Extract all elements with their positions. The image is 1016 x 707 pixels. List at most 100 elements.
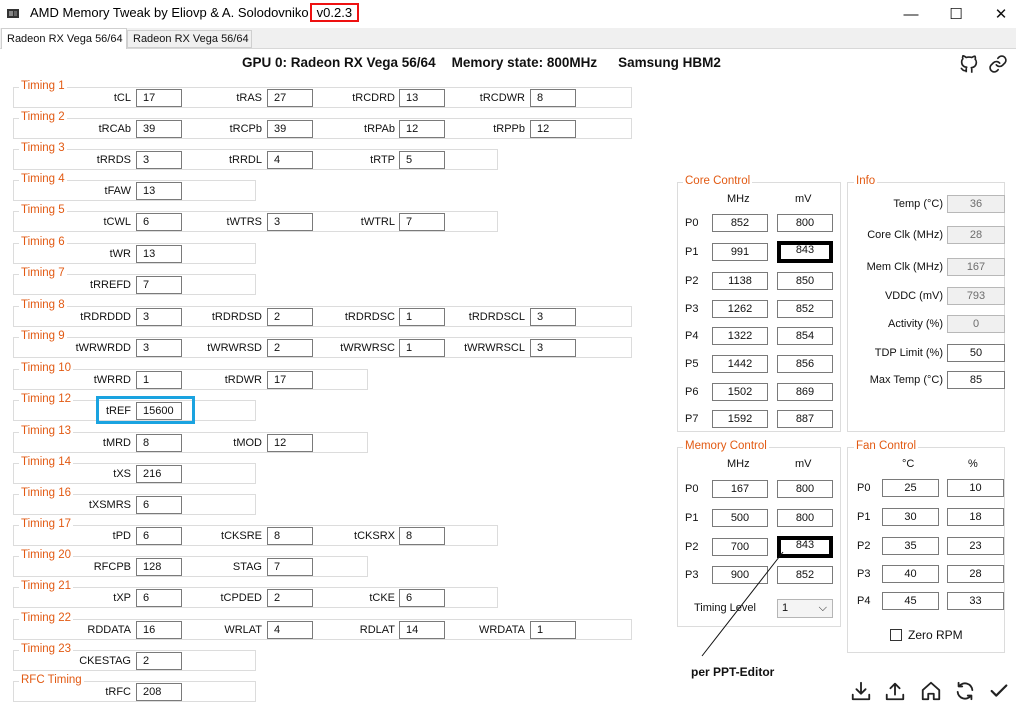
core-mv-input[interactable]: 852 bbox=[777, 300, 833, 318]
timing-input[interactable]: 216 bbox=[136, 465, 182, 483]
timing-input[interactable]: 3 bbox=[267, 213, 313, 231]
timing-input[interactable]: 7 bbox=[399, 213, 445, 231]
timing-field-label: tRFC bbox=[105, 686, 131, 698]
core-control-title: Core Control bbox=[683, 175, 753, 187]
upload-icon[interactable] bbox=[882, 678, 908, 704]
timing-input[interactable]: 6 bbox=[136, 527, 182, 545]
core-mhz-input[interactable]: 1592 bbox=[712, 410, 768, 428]
timing-input[interactable]: 6 bbox=[399, 589, 445, 607]
core-col-mhz: MHz bbox=[727, 193, 750, 205]
core-mhz-input[interactable]: 991 bbox=[712, 243, 768, 261]
memory-mhz-input[interactable]: 500 bbox=[712, 509, 768, 527]
timing-input[interactable]: 3 bbox=[136, 308, 182, 326]
memory-state: Memory state: 800MHz bbox=[451, 55, 598, 70]
timing-input[interactable]: 3 bbox=[530, 339, 576, 357]
timing-input[interactable]: 16 bbox=[136, 621, 182, 639]
timing-input[interactable]: 4 bbox=[267, 621, 313, 639]
fan-temp-input[interactable]: 35 bbox=[882, 537, 939, 555]
timing-input[interactable]: 128 bbox=[136, 558, 182, 576]
timing-input[interactable]: 12 bbox=[267, 434, 313, 452]
fan-temp-input[interactable]: 40 bbox=[882, 565, 939, 583]
info-label: Temp (°C) bbox=[893, 198, 943, 210]
timing-input[interactable]: 1 bbox=[399, 339, 445, 357]
fan-temp-input[interactable]: 45 bbox=[882, 592, 939, 610]
core-mv-input[interactable]: 800 bbox=[777, 214, 833, 232]
tab-gpu-0[interactable]: Radeon RX Vega 56/64 bbox=[1, 28, 127, 49]
timing-input[interactable]: 3 bbox=[530, 308, 576, 326]
info-value[interactable]: 85 bbox=[947, 371, 1005, 389]
link-icon[interactable] bbox=[988, 54, 1008, 74]
timing-input[interactable]: 1 bbox=[530, 621, 576, 639]
refresh-icon[interactable] bbox=[952, 678, 978, 704]
timing-input[interactable]: 39 bbox=[136, 120, 182, 138]
fan-temp-input[interactable]: 30 bbox=[882, 508, 939, 526]
timing-input[interactable]: 1 bbox=[399, 308, 445, 326]
core-mhz-input[interactable]: 1322 bbox=[712, 327, 768, 345]
core-mv-input[interactable]: 856 bbox=[777, 355, 833, 373]
close-button[interactable]: ✕ bbox=[978, 0, 1016, 28]
fan-percent-input[interactable]: 28 bbox=[947, 565, 1004, 583]
timing-input[interactable]: 5 bbox=[399, 151, 445, 169]
timing-input[interactable]: 4 bbox=[267, 151, 313, 169]
timing-input[interactable]: 14 bbox=[399, 621, 445, 639]
memory-mv-input[interactable]: 800 bbox=[777, 509, 833, 527]
timing-input[interactable]: 13 bbox=[136, 245, 182, 263]
core-mv-input[interactable]: 869 bbox=[777, 383, 833, 401]
timing-input[interactable]: 2 bbox=[267, 339, 313, 357]
fan-percent-input[interactable]: 33 bbox=[947, 592, 1004, 610]
apply-check-icon[interactable] bbox=[986, 678, 1012, 704]
timing-input[interactable]: 8 bbox=[267, 527, 313, 545]
timing-input[interactable]: 12 bbox=[399, 120, 445, 138]
core-mhz-input[interactable]: 1138 bbox=[712, 272, 768, 290]
memory-pstate-label: P0 bbox=[685, 483, 699, 495]
timing-input[interactable]: 2 bbox=[136, 652, 182, 670]
memory-col-mhz: MHz bbox=[727, 458, 750, 470]
timing-input[interactable]: 2 bbox=[267, 308, 313, 326]
timing-input[interactable]: 6 bbox=[136, 589, 182, 607]
timing-input[interactable]: 17 bbox=[267, 371, 313, 389]
gpu-name: GPU 0: Radeon RX Vega 56/64 bbox=[242, 55, 436, 70]
github-icon[interactable] bbox=[958, 53, 980, 75]
memory-mhz-input[interactable]: 167 bbox=[712, 480, 768, 498]
timing-input[interactable]: 6 bbox=[136, 213, 182, 231]
timing-input[interactable]: 1 bbox=[136, 371, 182, 389]
core-mhz-input[interactable]: 852 bbox=[712, 214, 768, 232]
timing-input[interactable]: 7 bbox=[136, 276, 182, 294]
timing-input[interactable]: 12 bbox=[530, 120, 576, 138]
core-mv-input[interactable]: 850 bbox=[777, 272, 833, 290]
download-icon[interactable] bbox=[848, 678, 874, 704]
tab-gpu-1[interactable]: Radeon RX Vega 56/64 bbox=[127, 30, 252, 48]
timing-input[interactable]: 3 bbox=[136, 339, 182, 357]
maximize-button[interactable]: ☐ bbox=[933, 0, 979, 28]
timing-field-label: tWTRS bbox=[226, 216, 262, 228]
memory-mv-input[interactable]: 800 bbox=[777, 480, 833, 498]
timing-input[interactable]: 27 bbox=[267, 89, 313, 107]
minimize-button[interactable]: — bbox=[888, 0, 934, 28]
timing-input[interactable]: 13 bbox=[136, 182, 182, 200]
zero-rpm-checkbox[interactable] bbox=[890, 629, 902, 641]
core-pstate-label: P3 bbox=[685, 303, 699, 315]
fan-percent-input[interactable]: 10 bbox=[947, 479, 1004, 497]
fan-percent-input[interactable]: 23 bbox=[947, 537, 1004, 555]
fan-percent-input[interactable]: 18 bbox=[947, 508, 1004, 526]
info-value[interactable]: 50 bbox=[947, 344, 1005, 362]
timing-input[interactable]: 8 bbox=[136, 434, 182, 452]
timing-input[interactable]: 2 bbox=[267, 589, 313, 607]
core-mhz-input[interactable]: 1502 bbox=[712, 383, 768, 401]
core-mhz-input[interactable]: 1262 bbox=[712, 300, 768, 318]
core-mv-input[interactable]: 843 bbox=[777, 241, 833, 263]
timing-input[interactable]: 7 bbox=[267, 558, 313, 576]
core-mhz-input[interactable]: 1442 bbox=[712, 355, 768, 373]
timing-input[interactable]: 6 bbox=[136, 496, 182, 514]
timing-input[interactable]: 39 bbox=[267, 120, 313, 138]
timing-input[interactable]: 17 bbox=[136, 89, 182, 107]
timing-input[interactable]: 13 bbox=[399, 89, 445, 107]
fan-temp-input[interactable]: 25 bbox=[882, 479, 939, 497]
core-mv-input[interactable]: 854 bbox=[777, 327, 833, 345]
timing-input[interactable]: 3 bbox=[136, 151, 182, 169]
timing-input[interactable]: 8 bbox=[399, 527, 445, 545]
home-icon[interactable] bbox=[918, 678, 944, 704]
timing-input[interactable]: 208 bbox=[136, 683, 182, 701]
timing-input[interactable]: 8 bbox=[530, 89, 576, 107]
core-mv-input[interactable]: 887 bbox=[777, 410, 833, 428]
